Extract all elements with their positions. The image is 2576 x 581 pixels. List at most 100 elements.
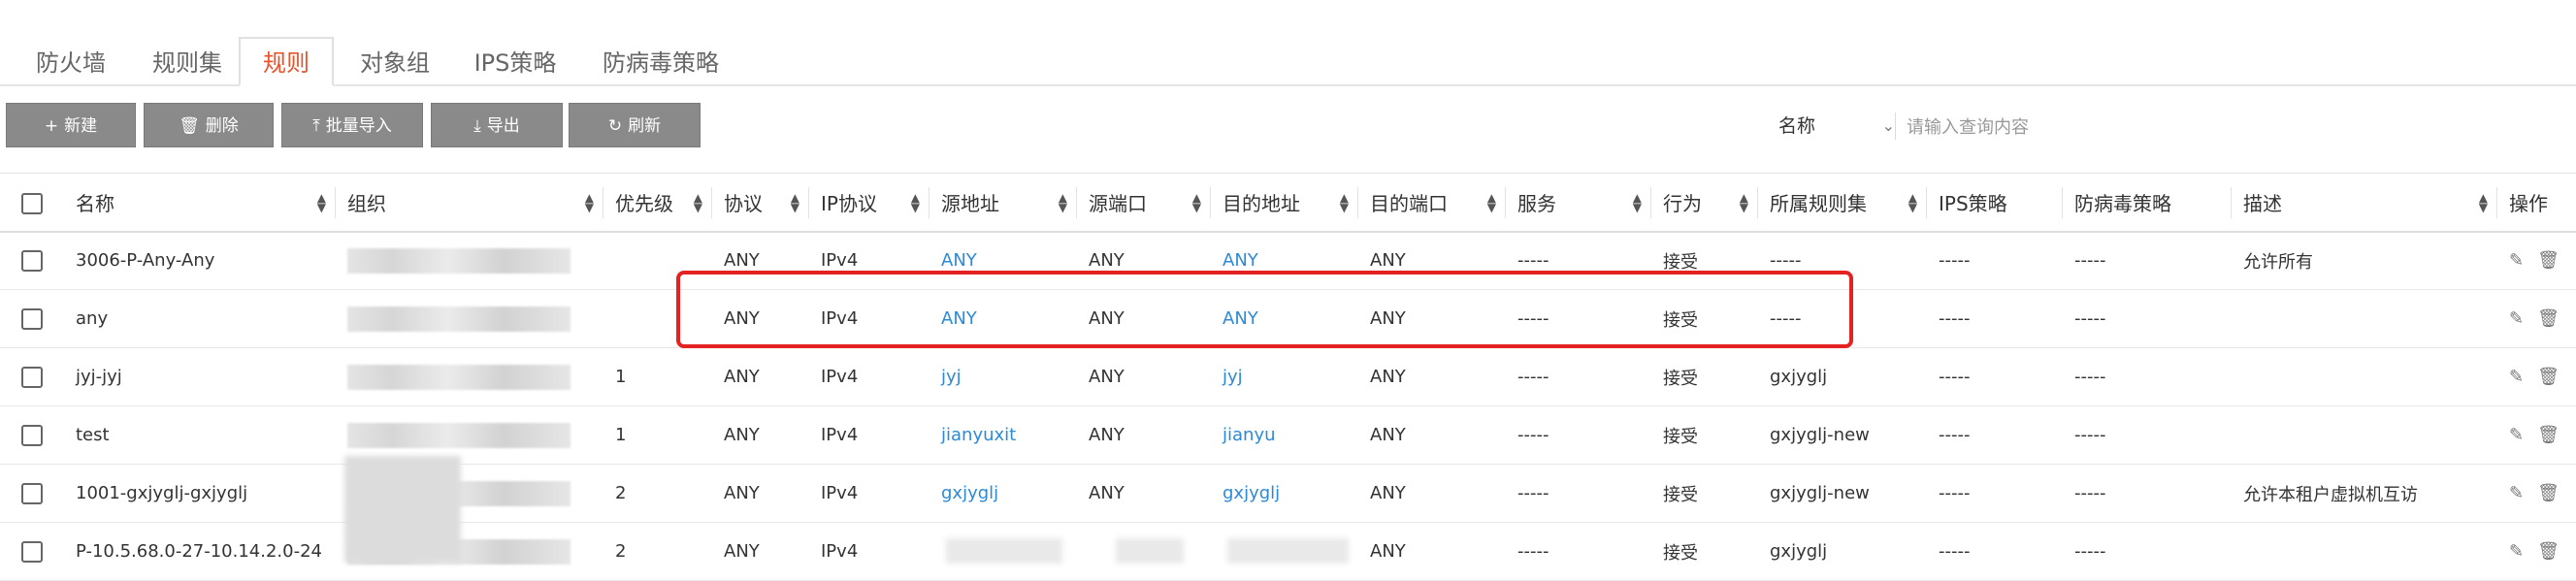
sort-icon[interactable]: ▲ ▼ [1487, 192, 1496, 213]
cell-dst-port: ANY [1358, 231, 1506, 290]
edit-icon[interactable]: ✎ [2509, 425, 2537, 445]
col-organization[interactable]: 组织 ▲ ▼ [336, 173, 603, 233]
table-row[interactable]: 3006-P-Any-Any ANY IPv4 ANY ANY ANY ANY ----- 接受… [0, 231, 2576, 290]
table-row[interactable]: any ANY IPv4 ANY ANY ANY ANY ----- 接受 ----- ----- -… [0, 289, 2576, 348]
sort-icon[interactable]: ▲ ▼ [585, 192, 594, 213]
edit-icon[interactable]: ✎ [2509, 308, 2537, 329]
cell-ruleset: gxjyglj [1758, 347, 1927, 406]
cell-src-port: ANY [1077, 347, 1211, 406]
cell-src-addr[interactable]: jianyuxit [929, 405, 1077, 465]
sort-icon[interactable]: ▲ ▼ [1340, 192, 1349, 213]
download-icon: ⤓ [473, 116, 481, 136]
cell-name: any [64, 289, 336, 348]
sort-icon[interactable]: ▲ ▼ [911, 192, 920, 213]
select-all-checkbox[interactable] [21, 192, 43, 214]
row-checkbox[interactable] [21, 482, 43, 504]
delete-button[interactable]: 🗑 删除 [144, 103, 274, 147]
delete-icon[interactable]: 🗑 [2537, 541, 2573, 562]
tab-object-group[interactable]: 对象组 [342, 43, 448, 84]
col-ruleset[interactable]: 所属规则集 ▲ ▼ [1758, 173, 1927, 233]
table-row[interactable]: jyj-jyj 1 ANY IPv4 jyj ANY jyj ANY ----- 接受 gxjygl… [0, 347, 2576, 406]
redacted-organization [347, 247, 571, 274]
col-priority[interactable]: 优先级 ▲ ▼ [603, 173, 712, 233]
cell-src-addr[interactable]: ANY [929, 231, 1077, 290]
cell-description: 允许本租户虚拟机互访 [2232, 464, 2497, 523]
cell-protocol: ANY [712, 347, 809, 406]
refresh-button[interactable]: ↻ 刷新 [569, 103, 701, 147]
cell-protocol: ANY [712, 522, 809, 581]
tab-antivirus-policy[interactable]: 防病毒策略 [588, 43, 734, 84]
cell-dst-addr[interactable]: ANY [1211, 289, 1358, 348]
sort-icon[interactable]: ▲ ▼ [1740, 192, 1748, 213]
delete-icon[interactable]: 🗑 [2537, 367, 2573, 387]
cell-ruleset: gxjyglj-new [1758, 405, 1927, 465]
sort-icon[interactable]: ▲ ▼ [317, 192, 326, 213]
cell-src-addr[interactable]: jyj [929, 347, 1077, 406]
cell-description [2232, 405, 2497, 465]
tab-firewall[interactable]: 防火墙 [17, 43, 124, 84]
col-dst-port[interactable]: 目的端口 ▲ ▼ [1358, 173, 1506, 233]
sort-icon[interactable]: ▲ ▼ [2479, 192, 2488, 213]
cell-ips-policy: ----- [1927, 464, 2063, 523]
sort-icon[interactable]: ▲ ▼ [694, 192, 702, 213]
col-dst-addr[interactable]: 目的地址 ▲ ▼ [1211, 173, 1358, 233]
cell-protocol: ANY [712, 289, 809, 348]
col-src-addr[interactable]: 源地址 ▲ ▼ [929, 173, 1077, 233]
cell-select [0, 347, 64, 406]
sort-icon[interactable]: ▲ ▼ [791, 192, 799, 213]
col-ip-protocol[interactable]: IP协议 ▲ ▼ [809, 173, 929, 233]
select-all-cell [0, 173, 64, 233]
tab-rules[interactable]: 规则 [239, 37, 334, 86]
cell-protocol: ANY [712, 231, 809, 290]
edit-icon[interactable]: ✎ [2509, 541, 2537, 562]
delete-icon[interactable]: 🗑 [2537, 250, 2573, 271]
edit-icon[interactable]: ✎ [2509, 250, 2537, 271]
cell-dst-addr[interactable]: ANY [1211, 231, 1358, 290]
cell-dst-addr[interactable]: gxjyglj [1211, 464, 1358, 523]
edit-icon[interactable]: ✎ [2509, 483, 2537, 503]
col-src-port[interactable]: 源端口 ▲ ▼ [1077, 173, 1211, 233]
cell-src-addr[interactable]: gxjyglj [929, 464, 1077, 523]
cell-priority [603, 231, 712, 290]
cell-dst-addr[interactable]: jyj [1211, 347, 1358, 406]
cell-operations: ✎🗑 [2497, 231, 2576, 290]
search-input[interactable] [1905, 109, 2568, 145]
sort-icon[interactable]: ▲ ▼ [1059, 192, 1067, 213]
cell-src-port: ANY [1077, 405, 1211, 465]
new-button[interactable]: + 新建 [6, 103, 136, 147]
cell-ip-protocol: IPv4 [809, 522, 929, 581]
tab-ips-policy[interactable]: IPS策略 [460, 43, 571, 84]
row-checkbox[interactable] [21, 366, 43, 388]
sort-icon[interactable]: ▲ ▼ [1633, 192, 1642, 213]
cell-select [0, 231, 64, 290]
col-description[interactable]: 描述 ▲ ▼ [2232, 173, 2497, 233]
sort-icon[interactable]: ▲ ▼ [1908, 192, 1917, 213]
cell-av-policy: ----- [2063, 231, 2232, 290]
sort-icon[interactable]: ▲ ▼ [1192, 192, 1201, 213]
batch-import-button[interactable]: ⤒ 批量导入 [281, 103, 423, 147]
cell-ips-policy: ----- [1927, 347, 2063, 406]
plus-icon: + [44, 116, 59, 136]
row-checkbox[interactable] [21, 249, 43, 272]
cell-service: ----- [1506, 522, 1651, 581]
row-checkbox[interactable] [21, 307, 43, 330]
cell-action: 接受 [1651, 464, 1758, 523]
delete-icon[interactable]: 🗑 [2537, 308, 2573, 329]
delete-icon[interactable]: 🗑 [2537, 483, 2573, 503]
col-service[interactable]: 服务 ▲ ▼ [1506, 173, 1651, 233]
cell-src-addr[interactable]: ANY [929, 289, 1077, 348]
cell-dst-addr[interactable]: jianyu [1211, 405, 1358, 465]
row-checkbox[interactable] [21, 424, 43, 446]
search-field-select[interactable]: 名称 ⌄ [1778, 109, 1895, 144]
edit-icon[interactable]: ✎ [2509, 367, 2537, 387]
cell-select [0, 405, 64, 465]
col-action[interactable]: 行为 ▲ ▼ [1651, 173, 1758, 233]
delete-icon[interactable]: 🗑 [2537, 425, 2573, 445]
col-protocol[interactable]: 协议 ▲ ▼ [712, 173, 809, 233]
row-checkbox[interactable] [21, 540, 43, 563]
tab-ruleset[interactable]: 规则集 [134, 43, 241, 84]
cell-action: 接受 [1651, 347, 1758, 406]
col-name[interactable]: 名称 ▲ ▼ [64, 173, 336, 233]
cell-service: ----- [1506, 231, 1651, 290]
export-button[interactable]: ⤓ 导出 [431, 103, 563, 147]
